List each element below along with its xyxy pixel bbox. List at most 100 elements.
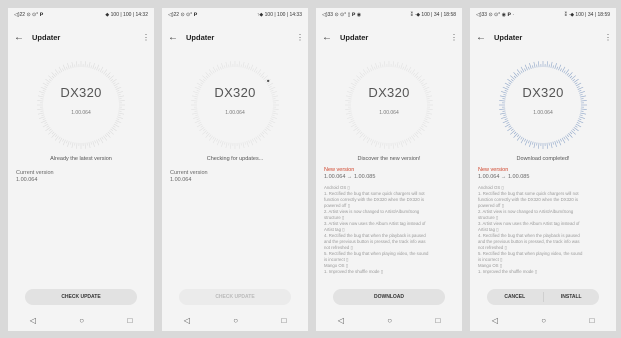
- ring-tick: [563, 70, 566, 74]
- ring-tick: [110, 128, 114, 132]
- ring-tick: [88, 61, 91, 68]
- status-right: ↑◆ 100 | 100 | 14:33: [256, 12, 302, 18]
- ring-tick: [40, 120, 47, 124]
- install-actions: CANCEL INSTALL: [487, 289, 599, 305]
- ring-tick: [374, 66, 376, 70]
- ring-tick: [550, 61, 553, 68]
- progress-ring: DX320 1.00.064: [344, 60, 434, 150]
- ring-tick: [516, 134, 520, 138]
- ring-tick: [58, 136, 61, 140]
- download-button[interactable]: DOWNLOAD: [333, 289, 445, 305]
- ring-tick: [212, 70, 215, 74]
- ring-tick: [412, 134, 416, 138]
- check-update-button[interactable]: CHECK UPDATE: [25, 289, 137, 305]
- ring-tick: [546, 61, 548, 68]
- ring-tick: [48, 128, 52, 132]
- ring-tick: [566, 72, 570, 76]
- nav-home-icon[interactable]: ○: [79, 316, 84, 325]
- ring-tick: [580, 100, 587, 102]
- nav-recents-icon[interactable]: □: [281, 316, 286, 325]
- ring-tick: [499, 100, 506, 102]
- ring-tick: [71, 142, 74, 149]
- firmware-version: 1.00.064: [71, 110, 91, 116]
- ring-tick: [572, 128, 576, 132]
- check-update-button[interactable]: CHECK UPDATE: [179, 289, 291, 305]
- ring-tick: [244, 141, 246, 145]
- ring-tick: [44, 121, 48, 124]
- ring-tick: [520, 136, 523, 140]
- ring-tick: [533, 142, 536, 149]
- ring-tick: [76, 61, 78, 68]
- app-bar: ← Updater ⋮: [162, 28, 308, 46]
- ring-tick: [90, 65, 92, 69]
- nav-home-icon[interactable]: ○: [387, 316, 392, 325]
- ring-tick: [208, 134, 212, 138]
- ring-tick: [538, 61, 540, 68]
- status-left: ◁)33 ⊙ ⊙° ▯ 𝗣 ◉: [322, 12, 362, 18]
- back-arrow-icon[interactable]: ←: [14, 32, 28, 43]
- ring-tick: [101, 136, 104, 140]
- ring-tick: [62, 138, 65, 142]
- back-arrow-icon[interactable]: ←: [168, 32, 182, 43]
- ring-tick: [409, 70, 412, 74]
- nav-home-icon[interactable]: ○: [233, 316, 238, 325]
- status-bar: ◁)22 ⊙ ⊙° 𝗣 ↑◆ 100 | 100 | 14:33: [162, 8, 308, 22]
- ring-tick: [572, 78, 576, 82]
- nav-recents-icon[interactable]: □: [589, 316, 594, 325]
- update-status-message: Download completed!: [516, 156, 570, 162]
- status-left: ◁)22 ⊙ ⊙° 𝗣: [14, 12, 44, 18]
- nav-home-icon[interactable]: ○: [541, 316, 546, 325]
- ring-tick: [375, 63, 378, 69]
- nav-back-icon[interactable]: ◁: [338, 316, 344, 325]
- nav-recents-icon[interactable]: □: [435, 316, 440, 325]
- app-bar: ← Updater ⋮: [470, 28, 616, 46]
- ring-tick: [246, 141, 249, 147]
- ring-tick: [114, 121, 118, 124]
- nav-recents-icon[interactable]: □: [127, 316, 132, 325]
- more-options-icon[interactable]: ⋮: [450, 33, 458, 42]
- page-title: Updater: [340, 32, 369, 42]
- ring-tick: [379, 142, 382, 149]
- ring-tick: [205, 75, 209, 79]
- cancel-button[interactable]: CANCEL: [487, 289, 543, 305]
- more-options-icon[interactable]: ⋮: [604, 33, 612, 42]
- back-arrow-icon[interactable]: ←: [476, 32, 490, 43]
- ring-tick: [48, 78, 52, 82]
- page-title: Updater: [494, 32, 523, 42]
- install-button[interactable]: INSTALL: [544, 289, 600, 305]
- ring-tick: [520, 70, 523, 74]
- ring-tick: [258, 72, 262, 76]
- ring-tick: [112, 125, 116, 128]
- ring-tick: [248, 140, 250, 144]
- ring-tick: [532, 65, 534, 69]
- ring-tick: [579, 116, 585, 119]
- ring-tick: [216, 138, 219, 142]
- more-options-icon[interactable]: ⋮: [142, 33, 150, 42]
- update-status-message: Already the latest version: [50, 156, 112, 162]
- back-arrow-icon[interactable]: ←: [322, 32, 336, 43]
- ring-tick: [62, 139, 66, 146]
- ring-tick: [70, 141, 72, 145]
- ring-tick: [118, 100, 125, 102]
- ring-tick: [418, 128, 422, 132]
- ring-tick: [266, 125, 270, 128]
- ring-tick: [370, 138, 373, 142]
- current-version-label: Current version: [16, 170, 54, 176]
- ring-tick: [362, 72, 366, 76]
- ring-tick: [420, 125, 424, 128]
- ring-tick: [244, 65, 246, 69]
- ring-tick: [374, 140, 376, 144]
- nav-back-icon[interactable]: ◁: [30, 316, 36, 325]
- ring-tick: [524, 139, 528, 146]
- ring-tick: [67, 141, 70, 147]
- progress-ring: DX320 1.00.064: [36, 60, 126, 150]
- ring-tick: [255, 136, 258, 140]
- nav-back-icon[interactable]: ◁: [184, 316, 190, 325]
- ring-tick: [359, 75, 363, 79]
- ring-tick: [405, 68, 408, 72]
- ring-tick: [529, 63, 532, 69]
- nav-back-icon[interactable]: ◁: [492, 316, 498, 325]
- ring-tick: [370, 139, 374, 146]
- more-options-icon[interactable]: ⋮: [296, 33, 304, 42]
- release-note-line: 1. Improved the shuffle mode ▯: [478, 269, 538, 274]
